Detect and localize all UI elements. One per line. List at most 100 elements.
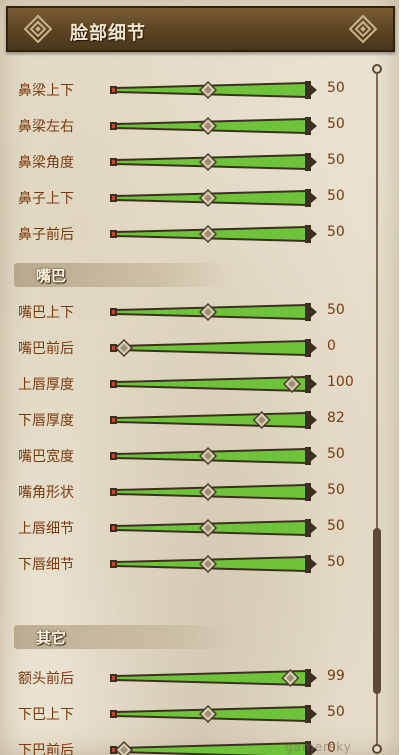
slider-row: 下唇细节 50 bbox=[0, 546, 360, 582]
slider-fill bbox=[115, 411, 307, 429]
slider-right-arrow-icon bbox=[311, 559, 317, 569]
slider-right-arrow-icon bbox=[311, 157, 317, 167]
slider-row: 上唇厚度 100 bbox=[0, 366, 360, 402]
panel-title: 脸部细节 bbox=[70, 23, 146, 44]
slider-row: 鼻梁上下 50 bbox=[0, 72, 360, 108]
slider-row: 嘴巴前后 0 bbox=[0, 330, 360, 366]
slider-track[interactable] bbox=[108, 441, 320, 471]
slider-right-cap bbox=[305, 375, 311, 393]
slider-value: 50 bbox=[327, 446, 345, 462]
slider-track[interactable] bbox=[108, 297, 320, 327]
slider-label: 鼻梁左右 bbox=[18, 119, 74, 135]
scroll-thumb[interactable] bbox=[373, 528, 381, 694]
slider-track[interactable] bbox=[108, 75, 320, 105]
slider-right-arrow-icon bbox=[311, 229, 317, 239]
slider-right-arrow-icon bbox=[311, 709, 317, 719]
slider-right-cap bbox=[305, 225, 311, 243]
slider-track[interactable] bbox=[108, 663, 320, 693]
slider-row: 嘴角形状 50 bbox=[0, 474, 360, 510]
slider-left-cap-dot bbox=[112, 562, 115, 566]
slider-row: 下唇厚度 82 bbox=[0, 402, 360, 438]
slider-track[interactable] bbox=[108, 699, 320, 729]
slider-right-cap bbox=[305, 705, 311, 723]
slider-label: 鼻子前后 bbox=[18, 227, 74, 243]
slider-left-cap-dot bbox=[112, 124, 115, 128]
slider-left-cap-dot bbox=[112, 310, 115, 314]
slider-right-cap bbox=[305, 153, 311, 171]
vertical-scrollbar[interactable] bbox=[369, 64, 385, 755]
slider-label: 鼻梁上下 bbox=[18, 83, 74, 99]
slider-track[interactable] bbox=[108, 549, 320, 579]
watermark: gamersky bbox=[285, 740, 352, 754]
slider-label: 嘴巴宽度 bbox=[18, 449, 74, 465]
face-detail-panel: 脸部细节 鼻梁上下 50 鼻梁左右 50 鼻梁角度 50 鼻子上下 50 鼻子前… bbox=[0, 0, 399, 755]
slider-row: 嘴巴上下 50 bbox=[0, 294, 360, 330]
slider-right-arrow-icon bbox=[311, 523, 317, 533]
slider-track[interactable] bbox=[108, 369, 320, 399]
slider-right-cap bbox=[305, 411, 311, 429]
slider-row: 鼻梁左右 50 bbox=[0, 108, 360, 144]
slider-track[interactable] bbox=[108, 513, 320, 543]
slider-row: 鼻子上下 50 bbox=[0, 180, 360, 216]
diamond-ornament-icon bbox=[349, 15, 377, 43]
slider-row: 下巴上下 50 bbox=[0, 696, 360, 732]
slider-right-cap bbox=[305, 339, 311, 357]
slider-left-cap-dot bbox=[112, 382, 115, 386]
slider-track[interactable] bbox=[108, 405, 320, 435]
slider-left-cap-dot bbox=[112, 490, 115, 494]
slider-value: 100 bbox=[327, 374, 354, 390]
slider-right-arrow-icon bbox=[311, 307, 317, 317]
slider-right-arrow-icon bbox=[311, 451, 317, 461]
slider-left-cap-dot bbox=[112, 232, 115, 236]
slider-label: 下唇细节 bbox=[18, 557, 74, 573]
slider-left-cap-dot bbox=[112, 526, 115, 530]
slider-track[interactable] bbox=[108, 219, 320, 249]
slider-label: 嘴巴上下 bbox=[18, 305, 74, 321]
slider-track[interactable] bbox=[108, 183, 320, 213]
slider-right-cap bbox=[305, 117, 311, 135]
section-title: 嘴巴 bbox=[36, 267, 67, 285]
slider-track[interactable] bbox=[108, 333, 320, 363]
slider-label: 下巴前后 bbox=[18, 743, 74, 755]
slider-left-cap-dot bbox=[112, 346, 115, 350]
slider-right-cap bbox=[305, 303, 311, 321]
slider-left-cap-dot bbox=[112, 196, 115, 200]
section-header-mouth: 嘴巴 bbox=[14, 263, 234, 287]
diamond-ornament-icon bbox=[24, 15, 52, 43]
section-title: 其它 bbox=[36, 629, 67, 647]
slider-value: 50 bbox=[327, 80, 345, 96]
slider-value: 0 bbox=[327, 338, 336, 354]
slider-left-cap-dot bbox=[112, 418, 115, 422]
slider-left-cap-dot bbox=[112, 454, 115, 458]
slider-right-arrow-icon bbox=[311, 193, 317, 203]
panel-title-bar: 脸部细节 bbox=[6, 6, 395, 52]
slider-right-cap bbox=[305, 81, 311, 99]
slider-right-cap bbox=[305, 555, 311, 573]
slider-value: 50 bbox=[327, 482, 345, 498]
slider-fill bbox=[115, 375, 307, 393]
slider-left-cap-dot bbox=[112, 712, 115, 716]
scroll-down-cap-icon[interactable] bbox=[372, 744, 382, 754]
slider-value: 50 bbox=[327, 302, 345, 318]
slider-right-cap bbox=[305, 447, 311, 465]
slider-label: 鼻子上下 bbox=[18, 191, 74, 207]
scroll-up-cap-icon[interactable] bbox=[372, 64, 382, 74]
slider-track[interactable] bbox=[108, 111, 320, 141]
slider-row: 鼻梁角度 50 bbox=[0, 144, 360, 180]
slider-right-arrow-icon bbox=[311, 673, 317, 683]
slider-label: 下巴上下 bbox=[18, 707, 74, 723]
slider-label: 额头前后 bbox=[18, 671, 74, 687]
slider-label: 上唇细节 bbox=[18, 521, 74, 537]
slider-right-cap bbox=[305, 669, 311, 687]
slider-row: 鼻子前后 50 bbox=[0, 216, 360, 252]
slider-right-arrow-icon bbox=[311, 379, 317, 389]
slider-row: 上唇细节 50 bbox=[0, 510, 360, 546]
slider-right-arrow-icon bbox=[311, 121, 317, 131]
slider-track[interactable] bbox=[108, 147, 320, 177]
slider-label: 上唇厚度 bbox=[18, 377, 74, 393]
slider-value: 50 bbox=[327, 116, 345, 132]
slider-right-arrow-icon bbox=[311, 85, 317, 95]
slider-track[interactable] bbox=[108, 477, 320, 507]
slider-label: 嘴角形状 bbox=[18, 485, 74, 501]
slider-right-arrow-icon bbox=[311, 343, 317, 353]
